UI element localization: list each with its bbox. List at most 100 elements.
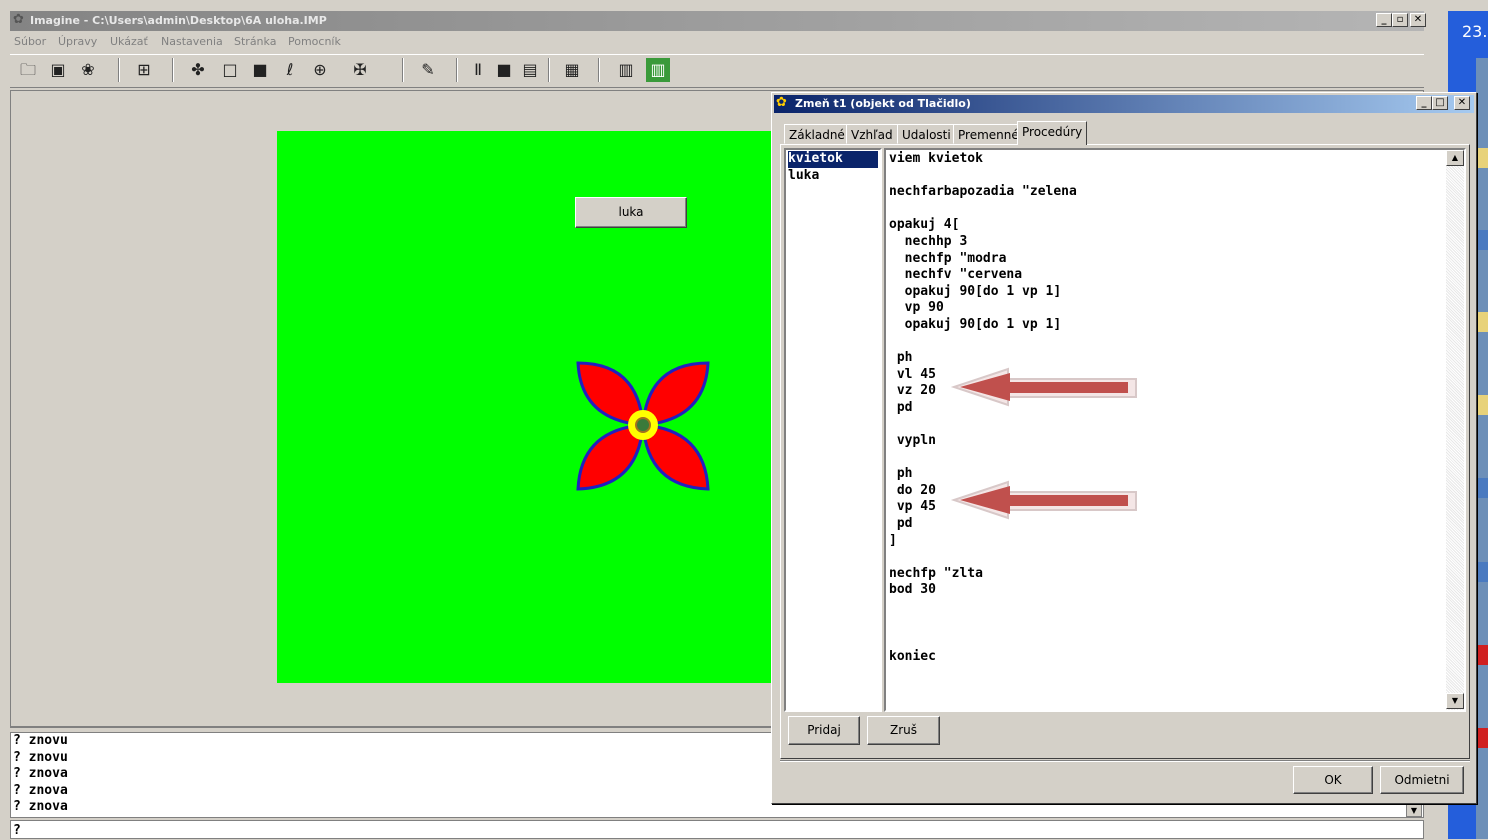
tab-vzhlad[interactable]: Vzhľad <box>846 124 898 144</box>
tab-procedury[interactable]: Procedúry <box>1017 121 1088 145</box>
code-line: nechfp "zlta <box>889 565 983 581</box>
folder-icon[interactable] <box>1478 312 1488 332</box>
dialog-minimize-button[interactable]: _ <box>1416 96 1432 110</box>
window-title: Imagine - C:\Users\admin\Desktop\6A uloh… <box>30 14 327 27</box>
minimize-button[interactable]: _ <box>1376 13 1392 27</box>
dialog-icon: ✿ <box>776 95 787 110</box>
dialog-title-bar[interactable]: ✿ Zmeň t1 (objekt od Tlačidlo) _ □ ✕ <box>774 95 1474 113</box>
code-line: opakuj 90[do 1 vp 1] <box>889 283 1062 299</box>
menu-ukazat[interactable]: Ukázať <box>110 35 148 48</box>
window-icon[interactable]: ▦ <box>560 58 584 82</box>
dialog-maximize-button[interactable]: □ <box>1432 96 1448 110</box>
ok-button[interactable]: OK <box>1293 766 1373 794</box>
toolbar-separator <box>598 58 600 82</box>
tab-udalosti[interactable]: Udalosti <box>897 124 956 144</box>
tab-zakladne[interactable]: Základné <box>784 124 850 144</box>
cancel-button[interactable]: Odmietni <box>1380 766 1464 794</box>
pause-icon[interactable]: Ⅱ <box>466 58 490 82</box>
dialog-divider <box>780 760 1470 762</box>
app-icon: ✿ <box>13 12 24 27</box>
code-line: vp 90 <box>889 300 944 316</box>
pdf-icon[interactable] <box>1478 645 1488 665</box>
document-icon[interactable] <box>1478 230 1488 250</box>
menu-bar: Súbor Úpravy Ukázať Nastavenia Stránka P… <box>10 32 1424 52</box>
folder-icon[interactable] <box>1478 395 1488 415</box>
open-icon[interactable]: 🗀 <box>16 58 40 82</box>
scroll-up-icon[interactable]: ▲ <box>1446 150 1464 166</box>
toolbar-separator <box>118 58 120 82</box>
toolbar-separator <box>548 58 550 82</box>
toolbar-separator <box>402 58 404 82</box>
arrow-annotation <box>950 367 1137 407</box>
code-line: nechfp "modra <box>889 250 1007 266</box>
desktop-area <box>1476 58 1488 839</box>
document-icon[interactable] <box>1478 478 1488 498</box>
luka-button[interactable]: luka <box>575 197 687 228</box>
procedure-list[interactable]: kvietok luka <box>784 148 882 712</box>
code-line: koniec <box>889 648 936 664</box>
code-line: nechfv "cervena <box>889 267 1023 283</box>
frame-icon[interactable]: □ <box>218 58 242 82</box>
pdf-icon[interactable] <box>1478 728 1488 748</box>
turtle-icon <box>635 417 651 433</box>
procedure-item-luka[interactable]: luka <box>788 168 878 185</box>
toolbar-separator <box>172 58 174 82</box>
code-line: vypln <box>889 433 936 449</box>
code-editor[interactable]: viem kvietok nechfarbapozadia "zelena opak… <box>884 148 1466 712</box>
main-title-bar[interactable]: ✿ Imagine - C:\Users\admin\Desktop\6A ul… <box>10 11 1426 31</box>
turtle-icon[interactable]: ✤ <box>186 58 210 82</box>
clock-text: 23. <box>1462 22 1488 41</box>
arrow-annotation <box>950 480 1137 520</box>
code-line: ] <box>889 532 897 548</box>
menu-subor[interactable]: Súbor <box>14 35 46 48</box>
panel-icon[interactable]: ▥ <box>614 58 638 82</box>
target-icon[interactable]: ⊕ <box>308 58 332 82</box>
code-line: bod 30 <box>889 582 936 598</box>
command-input[interactable]: ? <box>10 820 1424 839</box>
menu-nastavenia[interactable]: Nastavenia <box>161 35 223 48</box>
menu-pomocnik[interactable]: Pomocník <box>288 35 341 48</box>
rect-icon[interactable]: ■ <box>248 58 272 82</box>
paint-icon[interactable]: ✎ <box>416 58 440 82</box>
document-icon[interactable] <box>1478 562 1488 582</box>
console-scroll-down-icon[interactable]: ▼ <box>1406 804 1422 817</box>
panel-green-icon[interactable]: ▥ <box>646 58 670 82</box>
menu-upravy[interactable]: Úpravy <box>58 35 97 48</box>
toolbar-separator <box>456 58 458 82</box>
dialog-title: Zmeň t1 (objekt od Tlačidlo) <box>795 97 971 110</box>
code-line: viem kvietok <box>889 151 983 166</box>
add-button[interactable]: Pridaj <box>788 716 860 745</box>
run-icon[interactable]: ▤ <box>518 58 542 82</box>
shape-icon[interactable]: ℓ <box>278 58 302 82</box>
flower-drawing <box>576 361 710 491</box>
command-prompt: ? <box>13 823 21 838</box>
code-line: opakuj 90[do 1 vp 1] <box>889 316 1062 332</box>
dialog-close-button[interactable]: ✕ <box>1454 96 1470 110</box>
tab-premenne[interactable]: Premenné <box>953 124 1024 144</box>
tree-icon[interactable]: ⊞ <box>132 58 156 82</box>
procedure-item-kvietok[interactable]: kvietok <box>788 151 878 168</box>
stop-icon[interactable]: ■ <box>492 58 516 82</box>
print-icon[interactable]: ❀ <box>76 58 100 82</box>
code-line: opakuj 4[ <box>889 217 960 233</box>
remove-button[interactable]: Zruš <box>867 716 940 745</box>
editor-scrollbar[interactable] <box>1446 150 1464 710</box>
folder-icon[interactable] <box>1478 148 1488 168</box>
scroll-down-icon[interactable]: ▼ <box>1446 693 1464 709</box>
code-line: nechfarbapozadia "zelena <box>889 184 1077 200</box>
tool-icon[interactable]: ✠ <box>348 58 372 82</box>
restore-button[interactable]: ▫ <box>1392 13 1408 27</box>
menu-stranka[interactable]: Stránka <box>234 35 276 48</box>
code-line: nechhp 3 <box>889 233 968 249</box>
close-button[interactable]: ✕ <box>1410 13 1426 27</box>
save-icon[interactable]: ▣ <box>46 58 70 82</box>
